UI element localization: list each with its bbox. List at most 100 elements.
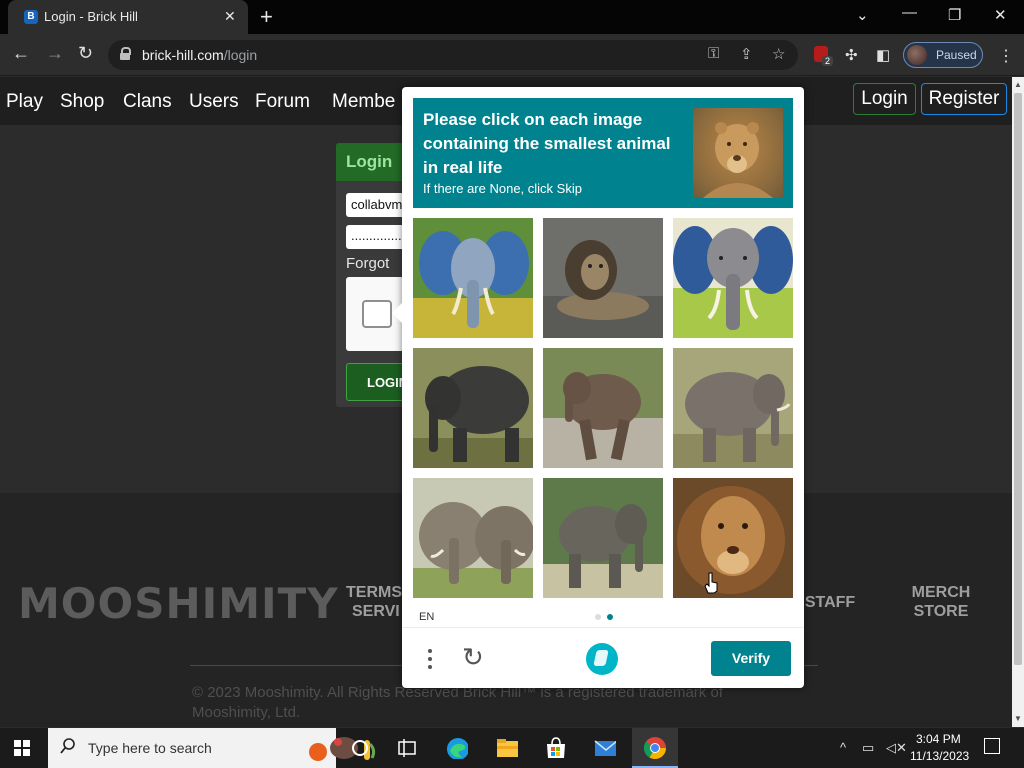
two-elephants-image — [413, 478, 533, 598]
captcha-challenge-dialog: Please click on each image containing th… — [392, 87, 804, 688]
prompt-sample-image — [693, 108, 783, 198]
microsoft-store-icon[interactable] — [545, 737, 567, 759]
challenge-tile-2[interactable] — [543, 218, 663, 338]
language-selector[interactable]: EN — [419, 611, 434, 623]
page-indicator-dot-1 — [595, 614, 601, 620]
nav-shop[interactable]: Shop — [60, 91, 104, 113]
login-card-title: Login — [346, 152, 393, 171]
hand-cursor-icon — [704, 572, 718, 594]
lioness-image — [703, 122, 773, 198]
file-explorer-icon[interactable] — [496, 737, 518, 759]
captcha-checkbox[interactable] — [362, 300, 392, 328]
taskbar-clock-date[interactable]: 11/13/2023 — [910, 749, 969, 763]
scroll-up-arrow-icon[interactable]: ▲ — [1014, 80, 1022, 89]
back-arrow-icon[interactable]: ← — [12, 43, 30, 64]
challenge-prompt-banner: Please click on each image containing th… — [413, 98, 793, 208]
avatar — [907, 45, 927, 65]
browser-tab[interactable]: B Login - Brick Hill ✕ — [8, 0, 248, 34]
page-scrollbar[interactable]: ▲ ▼ — [1012, 77, 1024, 727]
browser-tab-strip: B Login - Brick Hill ✕ + ⌄ — ❐ ✕ — [0, 0, 1024, 34]
footer-merch-line2: STORE — [913, 603, 969, 620]
nav-users[interactable]: Users — [189, 91, 239, 113]
volume-muted-icon[interactable]: ◁✕ — [886, 740, 907, 756]
taskbar-search-box[interactable]: Type here to search — [48, 728, 376, 768]
painted-elephant-image — [413, 218, 533, 338]
mooshimity-logo[interactable]: MOOSHIMITY — [18, 579, 339, 628]
taskbar-clock-time[interactable]: 3:04 PM — [916, 732, 961, 746]
scroll-down-arrow-icon[interactable]: ▼ — [1014, 714, 1022, 723]
nav-play[interactable]: Play — [6, 91, 43, 113]
painted-elephant-face-image — [673, 218, 793, 338]
restore-icon[interactable]: ❐ — [948, 6, 961, 24]
new-tab-plus-icon[interactable]: + — [260, 4, 273, 30]
challenge-tile-6[interactable] — [673, 348, 793, 468]
tray-overflow-chevron-icon[interactable]: ^ — [840, 740, 846, 755]
challenge-tile-3[interactable] — [673, 218, 793, 338]
footer-copyright: © 2023 Mooshimity. All Rights Reserved B… — [192, 683, 812, 723]
hcaptcha-logo-icon[interactable] — [586, 643, 618, 675]
login-nav-button[interactable]: Login — [853, 83, 916, 115]
tab-search-chevron-icon[interactable]: ⌄ — [856, 6, 869, 24]
address-bar[interactable]: brick-hill.com/login ⚿ ⇪ ☆ — [108, 40, 798, 70]
mail-icon[interactable] — [594, 737, 616, 759]
challenge-tile-7[interactable] — [413, 478, 533, 598]
chrome-taskbar-button[interactable] — [632, 728, 678, 768]
browser-toolbar: ← → ↻ brick-hill.com/login ⚿ ⇪ ☆ 2 ✣ ◧ P… — [0, 34, 1024, 76]
challenge-tile-8[interactable] — [543, 478, 663, 598]
network-icon[interactable]: ▭ — [862, 740, 874, 756]
lion-lying-image — [543, 218, 663, 338]
chrome-icon — [643, 737, 666, 759]
challenge-footer-divider — [402, 627, 804, 628]
footer-terms-link[interactable]: TERMS SERVI — [346, 583, 406, 621]
forward-arrow-icon[interactable]: → — [46, 43, 64, 64]
edge-icon[interactable] — [446, 737, 468, 759]
brick-hill-favicon-icon: B — [24, 10, 38, 24]
footer-merch-link[interactable]: MERCH STORE — [906, 583, 976, 621]
challenge-tile-1[interactable] — [413, 218, 533, 338]
nav-members[interactable]: Membe — [332, 91, 395, 113]
nav-forum[interactable]: Forum — [255, 91, 310, 113]
footer-staff-link[interactable]: STAFF — [800, 593, 860, 612]
register-nav-button[interactable]: Register — [921, 83, 1007, 115]
key-icon[interactable]: ⚿ — [708, 45, 719, 62]
refresh-challenge-icon[interactable]: ↻ — [462, 643, 490, 671]
browser-menu-icon[interactable]: ⋮ — [998, 46, 1014, 66]
tab-close-icon[interactable]: ✕ — [224, 8, 236, 25]
extensions-puzzle-icon[interactable]: ✣ — [845, 46, 858, 64]
windows-start-icon[interactable] — [14, 740, 30, 756]
challenge-pointer — [392, 303, 402, 323]
cortana-icon[interactable] — [349, 737, 371, 759]
close-window-icon[interactable]: ✕ — [994, 6, 1007, 24]
footer-terms-line1: TERMS — [346, 584, 402, 601]
bookmark-star-icon[interactable]: ☆ — [772, 45, 785, 63]
profile-button[interactable]: Paused — [903, 42, 983, 68]
challenge-subprompt: If there are None, click Skip — [423, 181, 582, 196]
elephant-image — [413, 348, 533, 468]
url-host: brick-hill.com — [142, 47, 224, 63]
scrollbar-thumb[interactable] — [1014, 93, 1022, 665]
reload-icon[interactable]: ↻ — [78, 43, 93, 64]
page-indicator-dot-2 — [607, 614, 613, 620]
challenge-menu-icon[interactable] — [420, 645, 440, 673]
lion-face-image — [673, 478, 793, 598]
elephant-calf-image — [543, 348, 663, 468]
challenge-tile-4[interactable] — [413, 348, 533, 468]
lock-icon[interactable] — [120, 47, 131, 60]
footer-merch-line1: MERCH — [911, 584, 971, 601]
verify-button[interactable]: Verify — [711, 641, 791, 676]
elephant-image — [673, 348, 793, 468]
challenge-tile-9[interactable] — [673, 478, 793, 598]
notifications-icon[interactable] — [984, 738, 1000, 754]
side-panel-icon[interactable]: ◧ — [876, 46, 890, 64]
profile-status: Paused — [936, 48, 977, 62]
challenge-tile-5[interactable] — [543, 348, 663, 468]
minimize-icon[interactable]: — — [902, 4, 917, 21]
forgot-password-link[interactable]: Forgot — [346, 255, 389, 272]
task-view-icon[interactable] — [396, 737, 418, 759]
url-path: /login — [223, 47, 258, 63]
nav-clans[interactable]: Clans — [123, 91, 172, 113]
challenge-prompt-text: Please click on each image containing th… — [423, 110, 671, 177]
url-text: brick-hill.com/login — [142, 47, 257, 63]
search-placeholder: Type here to search — [88, 740, 212, 756]
share-icon[interactable]: ⇪ — [740, 45, 753, 63]
